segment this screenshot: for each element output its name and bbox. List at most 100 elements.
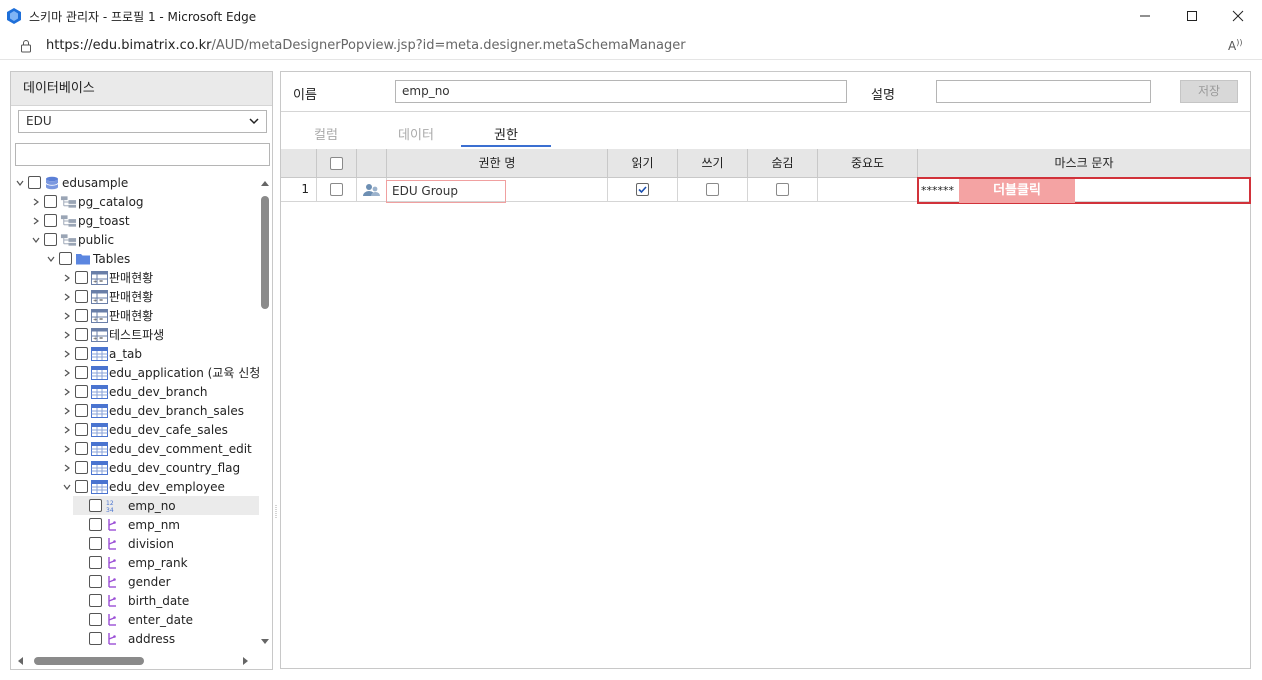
panel-splitter[interactable] xyxy=(275,505,278,519)
tree-item[interactable]: pg_toast xyxy=(31,211,130,230)
tree-item-checkbox[interactable] xyxy=(75,347,88,360)
tree-item[interactable]: edu_application (교육 신청 xyxy=(62,363,259,382)
tree-item-checkbox[interactable] xyxy=(59,252,72,265)
tree-item[interactable]: gender xyxy=(73,572,171,591)
tree-item-checkbox[interactable] xyxy=(89,632,102,645)
chevron-right-icon[interactable] xyxy=(62,349,72,359)
tree-item[interactable]: edu_dev_country_flag xyxy=(62,458,240,477)
tree-item-checkbox[interactable] xyxy=(28,176,41,189)
tree-horizontal-scrollbar[interactable] xyxy=(11,653,259,669)
close-button[interactable] xyxy=(1215,0,1261,32)
write-header[interactable]: 쓰기 xyxy=(678,149,748,178)
scroll-down-icon[interactable] xyxy=(260,638,270,646)
tree-item[interactable]: Tables xyxy=(46,249,130,268)
tree-item-checkbox[interactable] xyxy=(89,537,102,550)
tab-columns[interactable]: 컬럼 xyxy=(281,124,371,143)
tree-item[interactable]: emp_rank xyxy=(73,553,188,572)
chevron-right-icon[interactable] xyxy=(62,425,72,435)
chevron-down-icon[interactable] xyxy=(62,482,72,492)
read-header[interactable]: 읽기 xyxy=(608,149,678,178)
tree-item[interactable]: + = 테스트파생 xyxy=(62,325,164,344)
maximize-button[interactable] xyxy=(1169,0,1215,32)
table-row[interactable]: 1 EDU Group ****** 더블클릭 xyxy=(281,177,1251,204)
database-select[interactable]: EDU xyxy=(18,110,267,133)
hide-checkbox[interactable] xyxy=(776,183,789,196)
permission-name-header[interactable]: 권한 명 xyxy=(387,149,608,178)
scroll-right-icon[interactable] xyxy=(241,656,249,666)
tree-item-checkbox[interactable] xyxy=(44,214,57,227)
select-all-checkbox[interactable] xyxy=(330,157,343,170)
tree-item-checkbox[interactable] xyxy=(75,461,88,474)
tree-item[interactable]: edu_dev_branch_sales xyxy=(62,401,244,420)
tree-item[interactable]: + = 판매현황 xyxy=(62,287,153,306)
tree-item-checkbox[interactable] xyxy=(89,556,102,569)
tab-data[interactable]: 데이터 xyxy=(371,124,461,143)
chevron-down-icon[interactable] xyxy=(46,254,56,264)
tree-item-checkbox[interactable] xyxy=(75,423,88,436)
chevron-right-icon[interactable] xyxy=(62,444,72,454)
tree-item-checkbox[interactable] xyxy=(75,442,88,455)
url-text[interactable]: https://edu.bimatrix.co.kr/AUD/metaDesig… xyxy=(46,38,686,53)
tab-permissions[interactable]: 권한 xyxy=(461,124,551,143)
tree-item[interactable]: + = 판매현황 xyxy=(62,268,153,287)
tree-item-checkbox[interactable] xyxy=(89,594,102,607)
tree-item-checkbox[interactable] xyxy=(75,404,88,417)
tree-item-checkbox[interactable] xyxy=(75,366,88,379)
chevron-right-icon[interactable] xyxy=(62,330,72,340)
permission-name-value[interactable]: EDU Group xyxy=(386,180,506,203)
tree-vertical-scrollbar[interactable] xyxy=(260,178,272,648)
importance-header[interactable]: 중요도 xyxy=(818,149,918,178)
chevron-down-icon[interactable] xyxy=(15,178,25,188)
tree-item[interactable]: edu_dev_comment_edit xyxy=(62,439,252,458)
tree-item-checkbox[interactable] xyxy=(89,613,102,626)
tree-item-checkbox[interactable] xyxy=(44,233,57,246)
write-checkbox[interactable] xyxy=(706,183,719,196)
tree-search-input[interactable] xyxy=(15,143,270,166)
tree-item-checkbox[interactable] xyxy=(44,195,57,208)
tree-item[interactable]: edu_dev_branch xyxy=(62,382,207,401)
minimize-button[interactable] xyxy=(1122,0,1168,32)
tree-item-checkbox[interactable] xyxy=(89,518,102,531)
tree-item[interactable]: a_tab xyxy=(62,344,142,363)
chevron-right-icon[interactable] xyxy=(31,216,41,226)
read-checkbox[interactable] xyxy=(636,183,649,196)
read-aloud-icon[interactable]: A)) xyxy=(1228,38,1242,53)
mask-char-cell[interactable]: ****** 더블클릭 xyxy=(917,177,1251,204)
tree-item-checkbox[interactable] xyxy=(75,290,88,303)
tree-vertical-scroll-thumb[interactable] xyxy=(261,196,269,309)
hide-header[interactable]: 숨김 xyxy=(748,149,818,178)
tree-item[interactable]: + = 판매현황 xyxy=(62,306,153,325)
lock-icon[interactable] xyxy=(20,39,32,53)
tree-item-checkbox[interactable] xyxy=(75,385,88,398)
tree-item-checkbox[interactable] xyxy=(89,575,102,588)
tree-item[interactable]: emp_nm xyxy=(73,515,180,534)
chevron-right-icon[interactable] xyxy=(62,292,72,302)
tree-item[interactable]: edu_dev_employee xyxy=(62,477,225,496)
row-select-checkbox[interactable] xyxy=(330,183,343,196)
save-button[interactable]: 저장 xyxy=(1180,80,1238,103)
mask-char-header[interactable]: 마스크 문자 xyxy=(918,149,1250,178)
chevron-right-icon[interactable] xyxy=(62,387,72,397)
chevron-down-icon[interactable] xyxy=(31,235,41,245)
tree-horizontal-scroll-thumb[interactable] xyxy=(34,657,144,665)
chevron-right-icon[interactable] xyxy=(62,368,72,378)
tree-item-checkbox[interactable] xyxy=(75,309,88,322)
tree-item[interactable]: public xyxy=(31,230,114,249)
tree-item-checkbox[interactable] xyxy=(89,499,102,512)
importance-cell[interactable] xyxy=(818,178,918,202)
tree-item[interactable]: birth_date xyxy=(73,591,189,610)
scroll-left-icon[interactable] xyxy=(17,656,25,666)
scroll-up-icon[interactable] xyxy=(260,180,270,188)
tree-item[interactable]: enter_date xyxy=(73,610,193,629)
tree-item-checkbox[interactable] xyxy=(75,271,88,284)
description-input[interactable] xyxy=(936,80,1151,103)
tree-item[interactable]: pg_catalog xyxy=(31,192,144,211)
name-input[interactable]: emp_no xyxy=(395,80,847,103)
chevron-right-icon[interactable] xyxy=(62,406,72,416)
chevron-right-icon[interactable] xyxy=(31,197,41,207)
tree-item[interactable]: 12 34 emp_no xyxy=(73,496,259,515)
chevron-right-icon[interactable] xyxy=(62,311,72,321)
tree-item[interactable]: edusample xyxy=(15,173,128,192)
tree-item[interactable]: division xyxy=(73,534,174,553)
tree-item-checkbox[interactable] xyxy=(75,480,88,493)
